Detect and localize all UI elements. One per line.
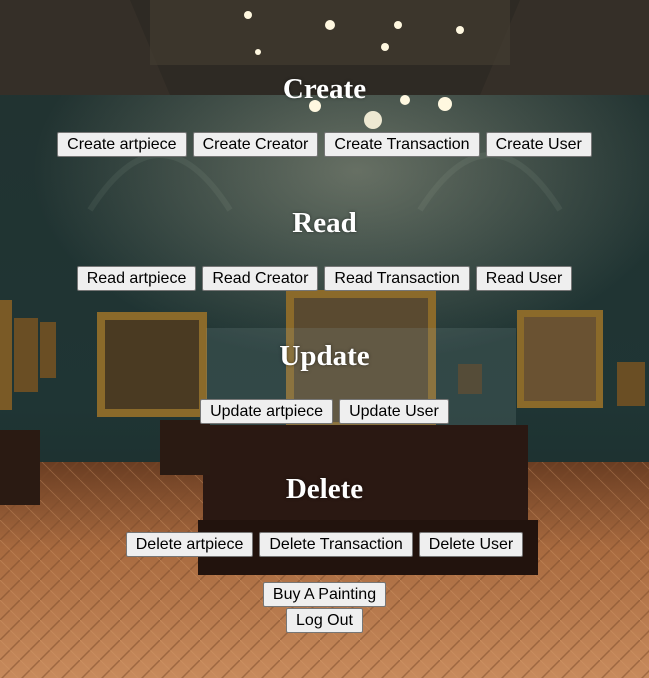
update-user-button[interactable]: Update User xyxy=(339,399,449,424)
read-creator-button[interactable]: Read Creator xyxy=(202,266,319,291)
create-user-button[interactable]: Create User xyxy=(485,132,592,157)
delete-transaction-button[interactable]: Delete Transaction xyxy=(259,532,413,557)
delete-user-button[interactable]: Delete User xyxy=(418,532,524,557)
crud-panel: Create Create artpiece Create Creator Cr… xyxy=(0,0,649,678)
buy-row: Buy A Painting xyxy=(0,582,649,607)
logout-row: Log Out xyxy=(0,608,649,633)
update-artpiece-button[interactable]: Update artpiece xyxy=(200,399,334,424)
delete-artpiece-button[interactable]: Delete artpiece xyxy=(125,532,254,557)
read-button-row: Read artpiece Read Creator Read Transact… xyxy=(0,266,649,291)
read-transaction-button[interactable]: Read Transaction xyxy=(324,266,470,291)
log-out-button[interactable]: Log Out xyxy=(286,608,363,633)
create-creator-button[interactable]: Create Creator xyxy=(192,132,319,157)
delete-heading: Delete xyxy=(285,473,364,505)
create-artpiece-button[interactable]: Create artpiece xyxy=(57,132,187,157)
delete-button-row: Delete artpiece Delete Transaction Delet… xyxy=(0,532,649,557)
create-button-row: Create artpiece Create Creator Create Tr… xyxy=(0,132,649,157)
update-button-row: Update artpiece Update User xyxy=(0,399,649,424)
read-heading: Read xyxy=(292,207,357,239)
create-heading: Create xyxy=(282,73,367,105)
read-user-button[interactable]: Read User xyxy=(475,266,573,291)
read-artpiece-button[interactable]: Read artpiece xyxy=(76,266,197,291)
update-heading: Update xyxy=(279,340,370,372)
buy-painting-button[interactable]: Buy A Painting xyxy=(262,582,387,607)
create-transaction-button[interactable]: Create Transaction xyxy=(324,132,480,157)
